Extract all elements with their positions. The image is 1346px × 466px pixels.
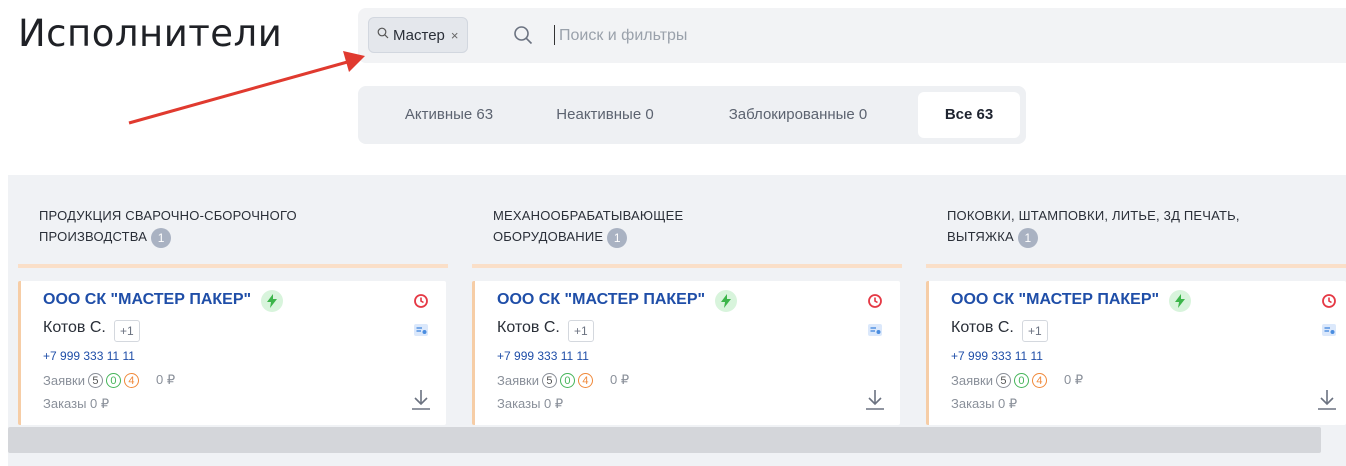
phone-number[interactable]: +7 999 333 11 11 [951,349,1043,363]
requests-count-pending: 4 [577,372,593,388]
column-header: МЕХАНООБРАБАТЫВАЮЩЕЕ ОБОРУДОВАНИЕ 1 [493,205,833,248]
phone-number[interactable]: +7 999 333 11 11 [497,349,589,363]
column-title: МЕХАНООБРАБАТЫВАЮЩЕЕ [493,208,684,223]
tab-inactive[interactable]: Неактивные 0 [530,92,680,138]
search-bar[interactable]: Мастер × [358,8,1346,63]
count-badge: 1 [1017,227,1038,248]
requests-count-pending: 4 [1031,372,1047,388]
filter-chip[interactable]: Мастер × [368,17,468,53]
lightning-icon [1169,290,1191,312]
requests-label: Заявки [951,372,993,388]
text-caret [554,25,555,45]
orders-amount: Заказы 0 ₽ [951,396,1018,411]
contact-name: Котов С. [951,319,1014,336]
requests-row: Заявки 5 0 4 0 ₽ [497,372,629,388]
more-contacts-badge[interactable]: +1 [114,320,140,342]
requests-row: Заявки 5 0 4 0 ₽ [43,372,175,388]
column-header: ПРОДУКЦИЯ СВАРОЧНО-СБОРОЧНОГО ПРОИЗВОДСТ… [39,205,379,248]
requests-label: Заявки [497,372,539,388]
column-divider [18,264,448,268]
clock-alert-icon[interactable] [867,293,883,314]
contact-name: Котов С. [497,319,560,336]
column-divider [926,264,1346,268]
tab-blocked[interactable]: Заблокированные 0 [698,92,898,138]
download-icon[interactable] [1317,389,1337,416]
annotation-arrow [128,51,365,125]
executor-card[interactable]: ООО СК "МАСТЕР ПАКЕР" Котов С. +1 +7 999… [18,281,446,425]
requests-amount: 0 ₽ [1063,372,1084,387]
requests-count-new: 5 [87,372,103,388]
requests-amount: 0 ₽ [155,372,176,387]
more-contacts-badge[interactable]: +1 [568,320,594,342]
column-title: ПРОДУКЦИЯ СВАРОЧНО-СБОРОЧНОГО [39,208,297,223]
filter-chip-label: Мастер [393,26,445,44]
download-icon[interactable] [865,389,885,416]
more-contacts-badge[interactable]: +1 [1022,320,1048,342]
document-icon[interactable] [1321,322,1337,343]
column-header: ПОКОВКИ, ШТАМПОВКИ, ЛИТЬЕ, 3Д ПЕЧАТЬ, ВЫ… [947,205,1337,248]
phone-number[interactable]: +7 999 333 11 11 [43,349,135,363]
requests-count-done: 0 [105,372,121,388]
download-icon[interactable] [411,389,431,416]
search-input[interactable] [557,22,961,50]
horizontal-scrollbar[interactable] [8,427,1321,453]
company-link[interactable]: ООО СК "МАСТЕР ПАКЕР" [497,291,705,309]
company-link[interactable]: ООО СК "МАСТЕР ПАКЕР" [951,291,1159,309]
requests-count-done: 0 [1013,372,1029,388]
column-divider [472,264,902,268]
company-link[interactable]: ООО СК "МАСТЕР ПАКЕР" [43,291,251,309]
column-title: ВЫТЯЖКА [947,229,1014,244]
document-icon[interactable] [413,322,429,343]
search-icon[interactable] [513,25,533,50]
tab-active[interactable]: Активные 63 [374,92,524,138]
clock-alert-icon[interactable] [413,293,429,314]
close-icon[interactable]: × [451,28,459,43]
count-badge: 1 [607,227,628,248]
requests-row: Заявки 5 0 4 0 ₽ [951,372,1083,388]
requests-amount: 0 ₽ [609,372,630,387]
kanban-board: ПРОДУКЦИЯ СВАРОЧНО-СБОРОЧНОГО ПРОИЗВОДСТ… [8,175,1346,466]
clock-alert-icon[interactable] [1321,293,1337,314]
orders-amount: Заказы 0 ₽ [43,396,110,411]
count-badge: 1 [151,227,172,248]
executor-card[interactable]: ООО СК "МАСТЕР ПАКЕР" Котов С. +1 +7 999… [926,281,1346,425]
document-icon[interactable] [867,322,883,343]
search-icon [377,26,389,44]
executor-card[interactable]: ООО СК "МАСТЕР ПАКЕР" Котов С. +1 +7 999… [472,281,900,425]
column-title: ПОКОВКИ, ШТАМПОВКИ, ЛИТЬЕ, 3Д ПЕЧАТЬ, [947,208,1240,223]
requests-count-pending: 4 [123,372,139,388]
tab-all[interactable]: Все 63 [918,92,1020,138]
status-tabs: Активные 63 Неактивные 0 Заблокированные… [358,86,1026,144]
requests-count-new: 5 [541,372,557,388]
lightning-icon [261,290,283,312]
lightning-icon [715,290,737,312]
requests-count-done: 0 [559,372,575,388]
contact-name: Котов С. [43,319,106,336]
column-title: ПРОИЗВОДСТВА [39,229,148,244]
orders-amount: Заказы 0 ₽ [497,396,564,411]
column-title: ОБОРУДОВАНИЕ [493,229,604,244]
requests-label: Заявки [43,372,85,388]
requests-count-new: 5 [995,372,1011,388]
